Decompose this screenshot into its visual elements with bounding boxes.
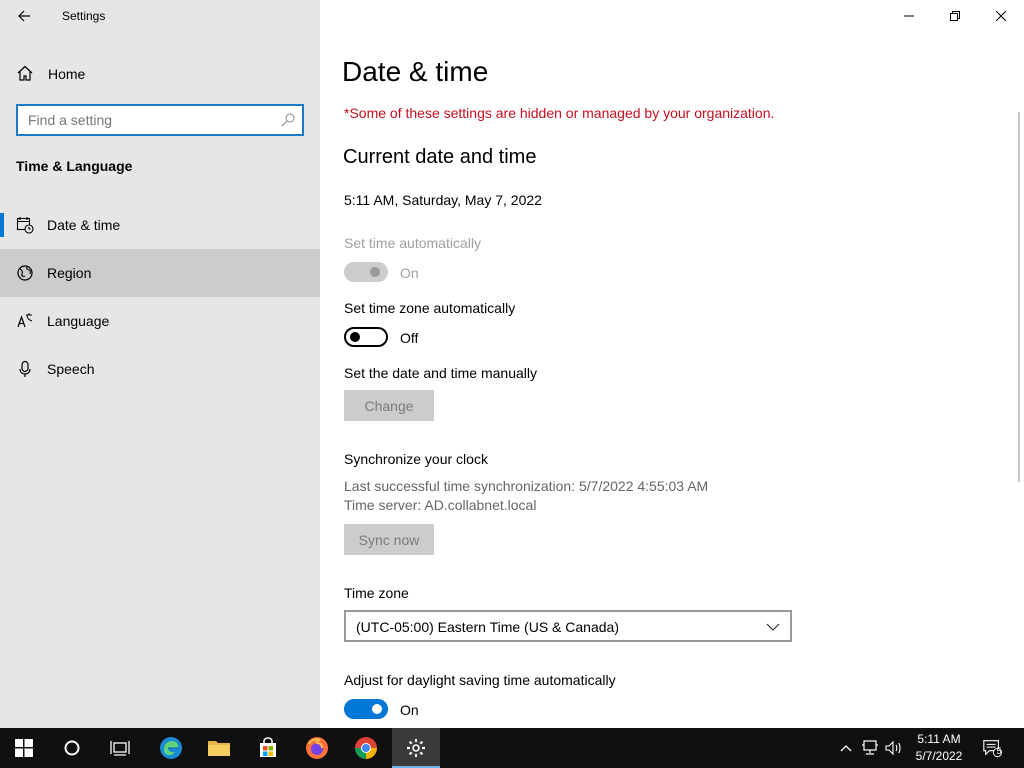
action-center-button[interactable]: 5 <box>982 738 1002 758</box>
restore-button[interactable] <box>932 0 978 32</box>
minimize-button[interactable] <box>886 0 932 32</box>
calendar-clock-icon <box>16 217 34 234</box>
edge-button[interactable] <box>147 728 195 768</box>
sidebar-item-label: Speech <box>47 361 95 377</box>
sidebar-item-label: Date & time <box>47 217 121 233</box>
sync-heading: Synchronize your clock <box>344 451 488 467</box>
chrome-button[interactable] <box>342 728 390 768</box>
taskbar-clock[interactable]: 5:11 AM 5/7/2022 <box>910 731 968 765</box>
microphone-icon <box>19 360 31 377</box>
show-hidden-icons-button[interactable] <box>836 738 856 758</box>
change-button[interactable]: Change <box>344 390 434 421</box>
toggle-knob <box>350 332 360 342</box>
search-button[interactable] <box>48 728 96 768</box>
home-label: Home <box>48 66 86 82</box>
window-title: Settings <box>62 9 106 23</box>
network-icon <box>862 740 878 755</box>
dst-label: Adjust for daylight saving time automati… <box>344 672 616 688</box>
chevron-up-icon <box>840 745 852 752</box>
back-arrow-icon <box>18 10 30 22</box>
task-view-button[interactable] <box>96 728 144 768</box>
toggle-knob <box>370 267 380 277</box>
sidebar-item-label: Language <box>47 313 110 329</box>
sidebar-item-home[interactable]: Home <box>0 56 320 90</box>
restore-icon <box>950 11 960 21</box>
home-icon <box>17 65 33 81</box>
window-controls <box>886 0 1024 32</box>
task-view-icon <box>110 741 130 756</box>
page-title: Date & time <box>342 56 489 87</box>
volume-button[interactable] <box>884 738 904 758</box>
selection-indicator <box>0 213 4 237</box>
sidebar-item-language[interactable]: Language <box>0 297 320 345</box>
back-button[interactable] <box>12 4 36 28</box>
store-icon <box>260 737 276 757</box>
speaker-icon <box>885 740 901 756</box>
sidebar-item-speech[interactable]: Speech <box>0 345 320 393</box>
set-manually-label: Set the date and time manually <box>344 365 538 381</box>
set-time-auto-toggle <box>344 262 388 282</box>
chrome-icon <box>355 737 377 759</box>
set-time-auto-state: On <box>400 265 419 281</box>
firefox-icon <box>306 737 328 759</box>
dst-state: On <box>400 702 419 718</box>
dst-toggle[interactable] <box>344 699 388 719</box>
search-icon[interactable] <box>280 112 296 128</box>
edge-icon <box>160 737 182 759</box>
time-zone-value: (UTC-05:00) Eastern Time (US & Canada) <box>356 619 619 635</box>
set-timezone-auto-state: Off <box>400 330 419 346</box>
set-time-auto-label: Set time automatically <box>344 235 481 251</box>
managed-warning: *Some of these settings are hidden or ma… <box>344 105 775 121</box>
current-date-time-heading: Current date and time <box>343 146 537 168</box>
cortana-icon <box>64 740 80 756</box>
start-button[interactable] <box>0 728 48 768</box>
network-button[interactable] <box>860 738 880 758</box>
time-zone-label: Time zone <box>344 585 409 601</box>
section-heading: Time & Language <box>16 158 133 174</box>
set-timezone-auto-toggle[interactable] <box>344 327 388 347</box>
time-zone-dropdown[interactable]: (UTC-05:00) Eastern Time (US & Canada) <box>344 610 792 642</box>
time-server-text: Time server: AD.collabnet.local <box>344 497 537 513</box>
taskbar: 5:11 AM 5/7/2022 5 <box>0 728 1024 768</box>
toggle-knob <box>372 704 382 714</box>
sidebar-item-label: Region <box>47 265 92 281</box>
store-button[interactable] <box>244 728 292 768</box>
clock-time: 5:11 AM <box>917 732 961 746</box>
last-sync-text: Last successful time synchronization: 5/… <box>344 478 709 494</box>
folder-icon <box>208 741 230 756</box>
file-explorer-button[interactable] <box>195 728 243 768</box>
gear-icon <box>407 739 425 757</box>
sidebar-item-date-time[interactable]: Date & time <box>0 201 320 249</box>
windows-logo-icon <box>15 739 33 757</box>
set-timezone-auto-label: Set time zone automatically <box>344 300 516 316</box>
sync-now-button[interactable]: Sync now <box>344 524 434 555</box>
current-date-time-value: 5:11 AM, Saturday, May 7, 2022 <box>344 192 542 208</box>
scrollbar[interactable] <box>1018 112 1020 482</box>
chevron-down-icon <box>766 623 780 631</box>
close-button[interactable] <box>978 0 1024 32</box>
firefox-button[interactable] <box>293 728 341 768</box>
sidebar-item-region[interactable]: Region <box>0 249 320 297</box>
search-input[interactable] <box>18 106 268 134</box>
search-box[interactable] <box>16 104 304 136</box>
settings-taskbar-button[interactable] <box>392 728 440 768</box>
sidebar: Settings Home Time & Language Date & tim… <box>0 0 320 728</box>
language-icon <box>17 313 33 328</box>
clock-date: 5/7/2022 <box>915 749 963 763</box>
close-icon <box>996 11 1006 21</box>
globe-icon <box>17 265 33 281</box>
notification-badge: 5 <box>996 746 1002 756</box>
minimize-icon <box>904 15 914 17</box>
